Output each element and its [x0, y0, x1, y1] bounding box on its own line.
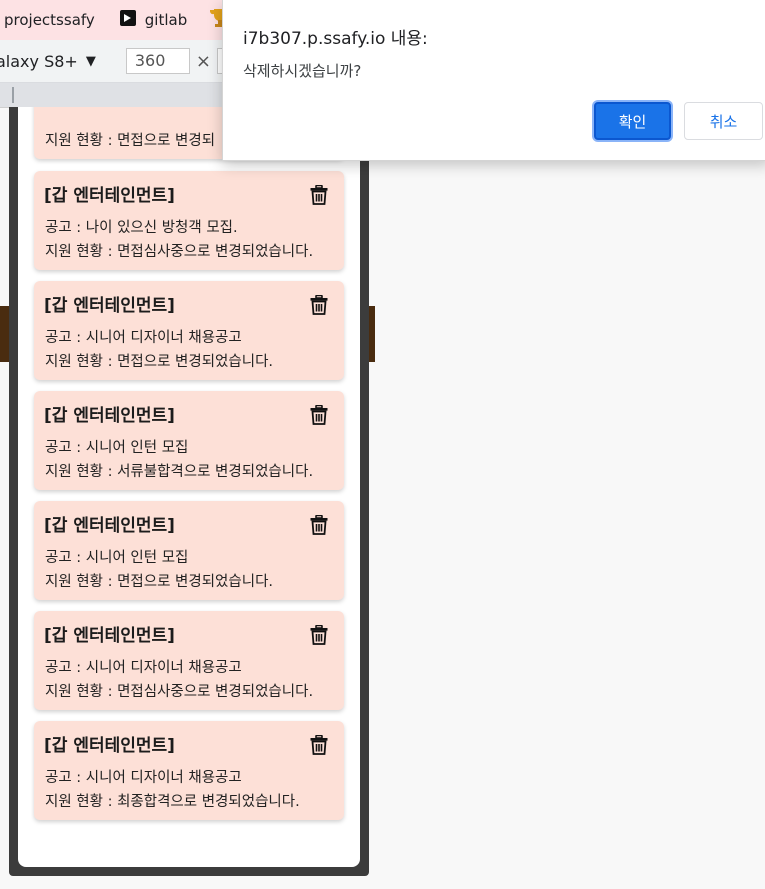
card-status: 지원 현황 : 면접으로 변경되었습니다. — [45, 354, 274, 370]
card-status: 지원 현황 : 서류불합격으로 변경되었습니다. — [45, 464, 314, 480]
card-notice: 공고 : 시니어 디자이너 채용공고 — [45, 660, 242, 676]
card-notice: 공고 : 나이 있으신 방청객 모집. — [45, 220, 238, 236]
notification-card: [갑 엔터테인먼트] 공고 : 나이 있으신 방청객 모집. 지원 현황 : 면접심… — [34, 171, 344, 270]
card-notice: 공고 : 시니어 디자이너 채용공고 — [45, 330, 242, 346]
confirm-ok-button[interactable]: 확인 — [594, 102, 671, 140]
confirm-dialog: i7b307.p.ssafy.io 내용: 삭제하시겠습니까? 확인 취소 — [222, 0, 765, 161]
confirm-cancel-button[interactable]: 취소 — [684, 102, 763, 140]
card-status: 지원 현황 : 면접심사중으로 변경되었습니다. — [45, 684, 314, 700]
device-select[interactable]: alaxy S8+ ▼ — [0, 52, 96, 71]
notification-card: [갑 엔터테인먼트] 공고 : 시니어 인턴 모집지원 현황 : 면접으로 변경되… — [34, 501, 344, 600]
page-background-strip — [369, 306, 375, 362]
chevron-down-icon: ▼ — [85, 53, 96, 69]
app-screen: 지원 현황 : 면접으로 변경되 [갑 엔터테인먼트] 공고 : 나이 있으신 방… — [18, 107, 360, 867]
dialog-title: i7b307.p.ssafy.io 내용: — [243, 29, 428, 49]
bookmark-gitlab[interactable]: gitlab — [113, 0, 193, 40]
card-company: [갑 엔터테인먼트] — [44, 186, 175, 206]
times-symbol: × — [195, 50, 211, 72]
trash-icon[interactable] — [310, 294, 328, 315]
bookmark-label: gitlab — [144, 11, 188, 29]
notification-card: [갑 엔터테인먼트] 공고 : 시니어 디자이너 채용공고지원 현황 : 최종합격… — [34, 721, 344, 820]
trash-icon[interactable] — [310, 734, 328, 755]
page-background-strip — [0, 306, 9, 362]
bookmark-label: projectssafy — [4, 11, 95, 29]
gitlab-icon — [119, 9, 137, 31]
dialog-message: 삭제하시겠습니까? — [243, 62, 362, 80]
card-status: 지원 현황 : 면접심사중으로 변경되었습니다. — [45, 244, 314, 260]
bookmark-projectssafy[interactable]: projectssafy — [0, 0, 101, 40]
trash-icon[interactable] — [310, 184, 328, 205]
card-company: [갑 엔터테인먼트] — [44, 736, 175, 756]
card-company: [갑 엔터테인먼트] — [44, 516, 175, 536]
trash-icon[interactable] — [310, 514, 328, 535]
notification-card: [갑 엔터테인먼트] 공고 : 시니어 인턴 모집지원 현황 : 서류불합격으로 … — [34, 391, 344, 490]
card-company: [갑 엔터테인먼트] — [44, 296, 175, 316]
notification-card: [갑 엔터테인먼트] 공고 : 시니어 디자이너 채용공고지원 현황 : 면접으로… — [34, 281, 344, 380]
card-status: 지원 현황 : 면접으로 변경되었습니다. — [45, 574, 274, 590]
ruler-tick — [12, 87, 14, 103]
trash-icon[interactable] — [310, 624, 328, 645]
card-notice: 공고 : 시니어 디자이너 채용공고 — [45, 770, 242, 786]
width-input[interactable]: 360 — [125, 48, 190, 74]
card-notice: 공고 : 시니어 인턴 모집 — [45, 550, 189, 566]
device-name: alaxy S8+ — [0, 51, 78, 71]
card-status: 지원 현황 : 최종합격으로 변경되었습니다. — [45, 794, 300, 810]
card-company: [갑 엔터테인먼트] — [44, 406, 175, 426]
notification-card: [갑 엔터테인먼트] 공고 : 시니어 디자이너 채용공고지원 현황 : 면접심사… — [34, 611, 344, 710]
device-frame: 지원 현황 : 면접으로 변경되 [갑 엔터테인먼트] 공고 : 나이 있으신 방… — [9, 107, 369, 876]
trash-icon[interactable] — [310, 404, 328, 425]
card-notice: 공고 : 시니어 인턴 모집 — [45, 440, 189, 456]
card-status: 지원 현황 : 면접으로 변경되 — [45, 133, 216, 149]
card-company: [갑 엔터테인먼트] — [44, 626, 175, 646]
